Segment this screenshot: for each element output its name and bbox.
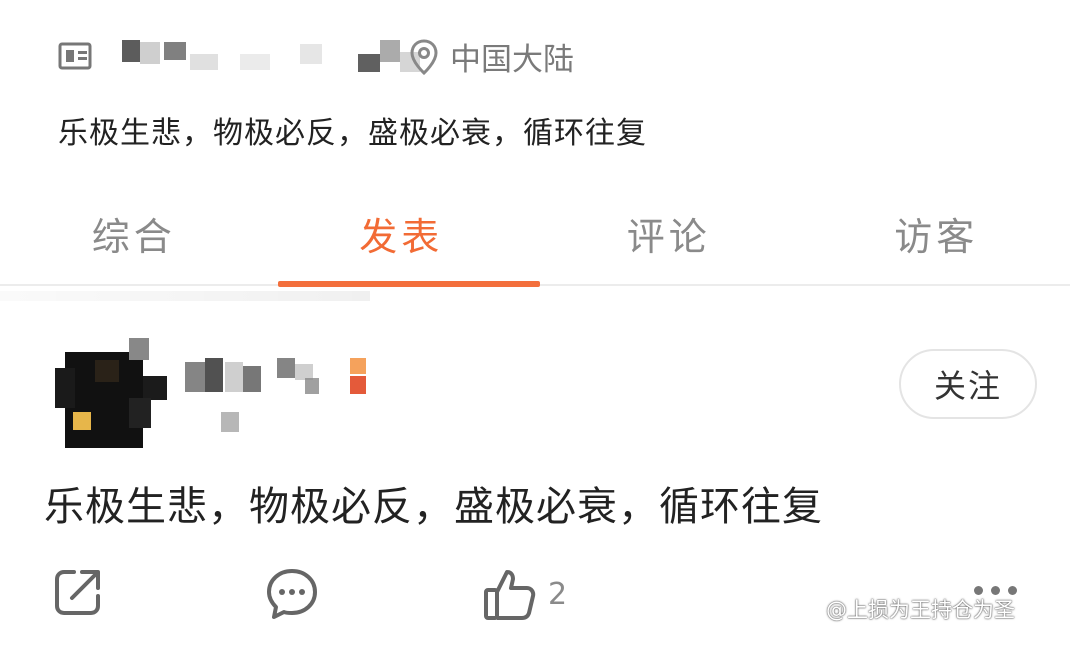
like-button[interactable]: 2 — [482, 566, 567, 622]
comment-button[interactable] — [264, 566, 320, 622]
profile-bio: 乐极生悲，物极必反，盛极必衰，循环往复 — [58, 116, 647, 151]
profile-info-row — [58, 30, 420, 82]
location-info: 中国大陆 — [410, 34, 574, 79]
tab-overview[interactable]: 综合 — [0, 186, 268, 284]
tab-comments[interactable]: 评论 — [535, 186, 803, 284]
tab-bar: 综合 发表 评论 访客 — [0, 186, 1070, 284]
like-count: 2 — [548, 576, 568, 612]
watermark: @上损为王持仓为圣 — [826, 598, 1015, 622]
active-tab-indicator — [278, 281, 540, 287]
share-icon — [55, 570, 100, 615]
post-content[interactable]: 乐极生悲，物极必反，盛极必衰，循环往复 — [44, 474, 823, 532]
avatar[interactable] — [55, 338, 167, 450]
location-pin-icon — [410, 38, 438, 75]
location-text: 中国大陆 — [450, 42, 574, 78]
tab-posts[interactable]: 发表 — [268, 186, 536, 284]
tab-indicator-shadow — [0, 291, 370, 301]
blurred-subtitle — [185, 408, 265, 434]
thumbs-up-icon — [484, 570, 536, 620]
blurred-username — [100, 30, 420, 82]
blurred-nickname[interactable] — [185, 356, 385, 396]
follow-button[interactable]: 关注 — [899, 349, 1037, 419]
id-card-icon — [58, 38, 94, 74]
share-button[interactable] — [52, 566, 104, 618]
comment-icon — [267, 569, 317, 619]
tab-visitors[interactable]: 访客 — [803, 186, 1070, 284]
